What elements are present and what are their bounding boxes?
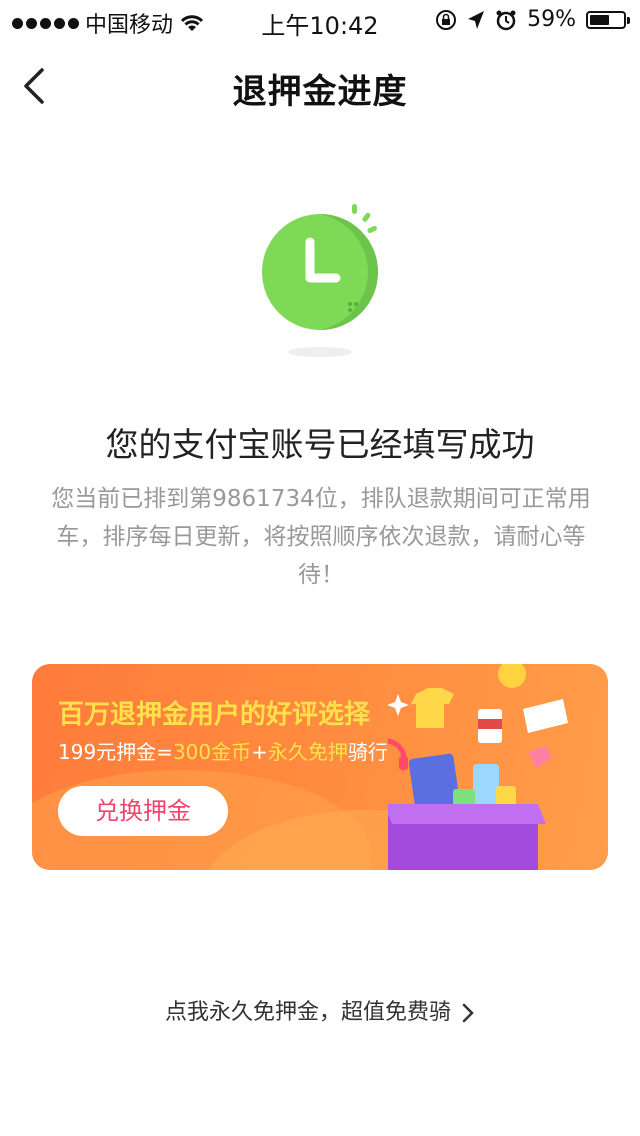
banner-sub-text: + [251,740,268,764]
banner-title: 百万退押金用户的好评选择 [58,700,371,730]
socks-icon [528,746,552,768]
banner-sub-text: 199元押金= [58,740,173,764]
exchange-deposit-button[interactable]: 兑换押金 [58,786,228,836]
free-deposit-link[interactable]: 点我永久免押金，超值免费骑 [0,994,640,1026]
banner-sub-highlight: 永久免押 [267,740,348,764]
free-deposit-label: 点我永久免押金，超值免费骑 [164,1000,451,1025]
status-bar: 中国移动 上午10:42 59% [0,0,640,40]
nav-bar: 退押金进度 [0,44,640,124]
status-right: 59% [435,7,630,32]
gift-box-illustration [388,664,568,870]
battery-icon [586,10,630,29]
location-icon [468,10,485,29]
chevron-right-icon [462,1003,474,1023]
queue-description: 您当前已排到第9861734位，排队退款期间可正常用车，排序每日更新，将按照顺序… [51,486,591,588]
banner-sub-highlight: 300金币 [172,740,252,764]
sparkle-icon [388,694,409,716]
banner-subtitle: 199元押金=300金币+永久免押骑行 [58,736,388,765]
book-icon [523,699,568,733]
clock-illustration [250,200,400,365]
promo-banner[interactable]: 百万退押金用户的好评选择 199元押金=300金币+永久免押骑行 兑换押金 [32,664,608,870]
tshirt-icon [411,688,454,728]
rotation-lock-icon [436,9,457,30]
success-headline: 您的支付宝账号已经填写成功 [105,425,535,464]
banner-sub-text: 骑行 [347,740,388,764]
clock-icon [262,204,378,357]
page-title: 退押金进度 [232,72,408,112]
alarm-icon [496,10,516,30]
battery-percent: 59% [527,7,576,32]
coin-icon [498,664,526,688]
